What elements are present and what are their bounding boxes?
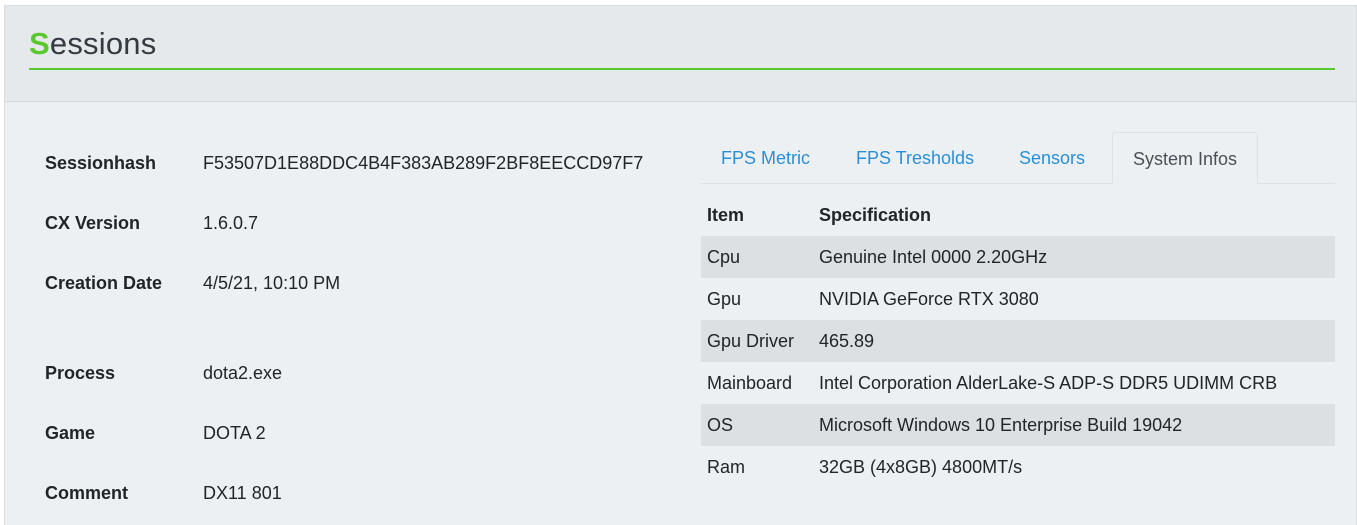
table-row: OS Microsoft Windows 10 Enterprise Build…: [701, 404, 1335, 446]
table-row: Cpu Genuine Intel 0000 2.20GHz: [701, 236, 1335, 278]
column-header-specification: Specification: [819, 205, 932, 225]
tab-system-infos[interactable]: System Infos: [1112, 132, 1259, 184]
info-label: Process: [45, 363, 116, 383]
table-cell-spec: 465.89: [819, 331, 875, 351]
table-row: Ram 32GB (4x8GB) 4800MT/s: [701, 446, 1335, 488]
tab-sensors[interactable]: Sensors: [999, 132, 1105, 184]
table-row: Gpu Driver 465.89: [701, 320, 1335, 362]
sessions-panel: Sessions Sessionhash F53507D1E88DDC4B4F3…: [4, 5, 1357, 525]
panel-header: Sessions: [5, 6, 1356, 102]
info-label: Creation Date: [45, 273, 163, 293]
table-cell-item: OS: [707, 415, 734, 435]
tab-fps-tresholds[interactable]: FPS Tresholds: [836, 132, 994, 184]
table-cell-item: Cpu: [707, 247, 741, 267]
info-label: Game: [45, 423, 96, 443]
panel-body: Sessionhash F53507D1E88DDC4B4F383AB289F2…: [5, 102, 1356, 525]
column-header-item: Item: [707, 205, 745, 225]
table-cell-item: Mainboard: [707, 373, 793, 393]
table-cell-spec: Genuine Intel 0000 2.20GHz: [819, 247, 1048, 267]
table-cell-item: Gpu: [707, 289, 742, 309]
table-cell-spec: 32GB (4x8GB) 4800MT/s: [819, 457, 1023, 477]
info-label: Comment: [45, 483, 129, 503]
table-cell-item: Ram: [707, 457, 746, 477]
info-value: 1.6.0.7: [203, 213, 259, 233]
info-value: dota2.exe: [203, 363, 283, 383]
page-title-rest: essions: [49, 26, 157, 61]
info-value: DOTA 2: [203, 423, 266, 443]
info-value: F53507D1E88DDC4B4F383AB289F2BF8EECCD97F7: [203, 153, 644, 173]
table-row: Mainboard Intel Corporation AlderLake-S …: [701, 362, 1335, 404]
info-label: CX Version: [45, 213, 141, 233]
table-cell-spec: Intel Corporation AlderLake-S ADP-S DDR5…: [819, 373, 1278, 393]
table-header-row: Item Specification: [701, 194, 1335, 236]
info-label: Sessionhash: [45, 153, 157, 173]
tab-bar: FPS Metric FPS Tresholds Sensors System …: [701, 132, 1335, 184]
page-title: Sessions: [29, 24, 156, 64]
table-cell-item: Gpu Driver: [707, 331, 795, 351]
page-title-initial: S: [29, 26, 50, 61]
title-underline: [29, 68, 1335, 70]
table-cell-spec: NVIDIA GeForce RTX 3080: [819, 289, 1039, 309]
tab-fps-metric[interactable]: FPS Metric: [701, 132, 830, 184]
info-value: 4/5/21, 10:10 PM: [203, 273, 341, 293]
table-cell-spec: Microsoft Windows 10 Enterprise Build 19…: [819, 415, 1183, 435]
info-value: DX11 801: [203, 483, 282, 503]
table-row: Gpu NVIDIA GeForce RTX 3080: [701, 278, 1335, 320]
